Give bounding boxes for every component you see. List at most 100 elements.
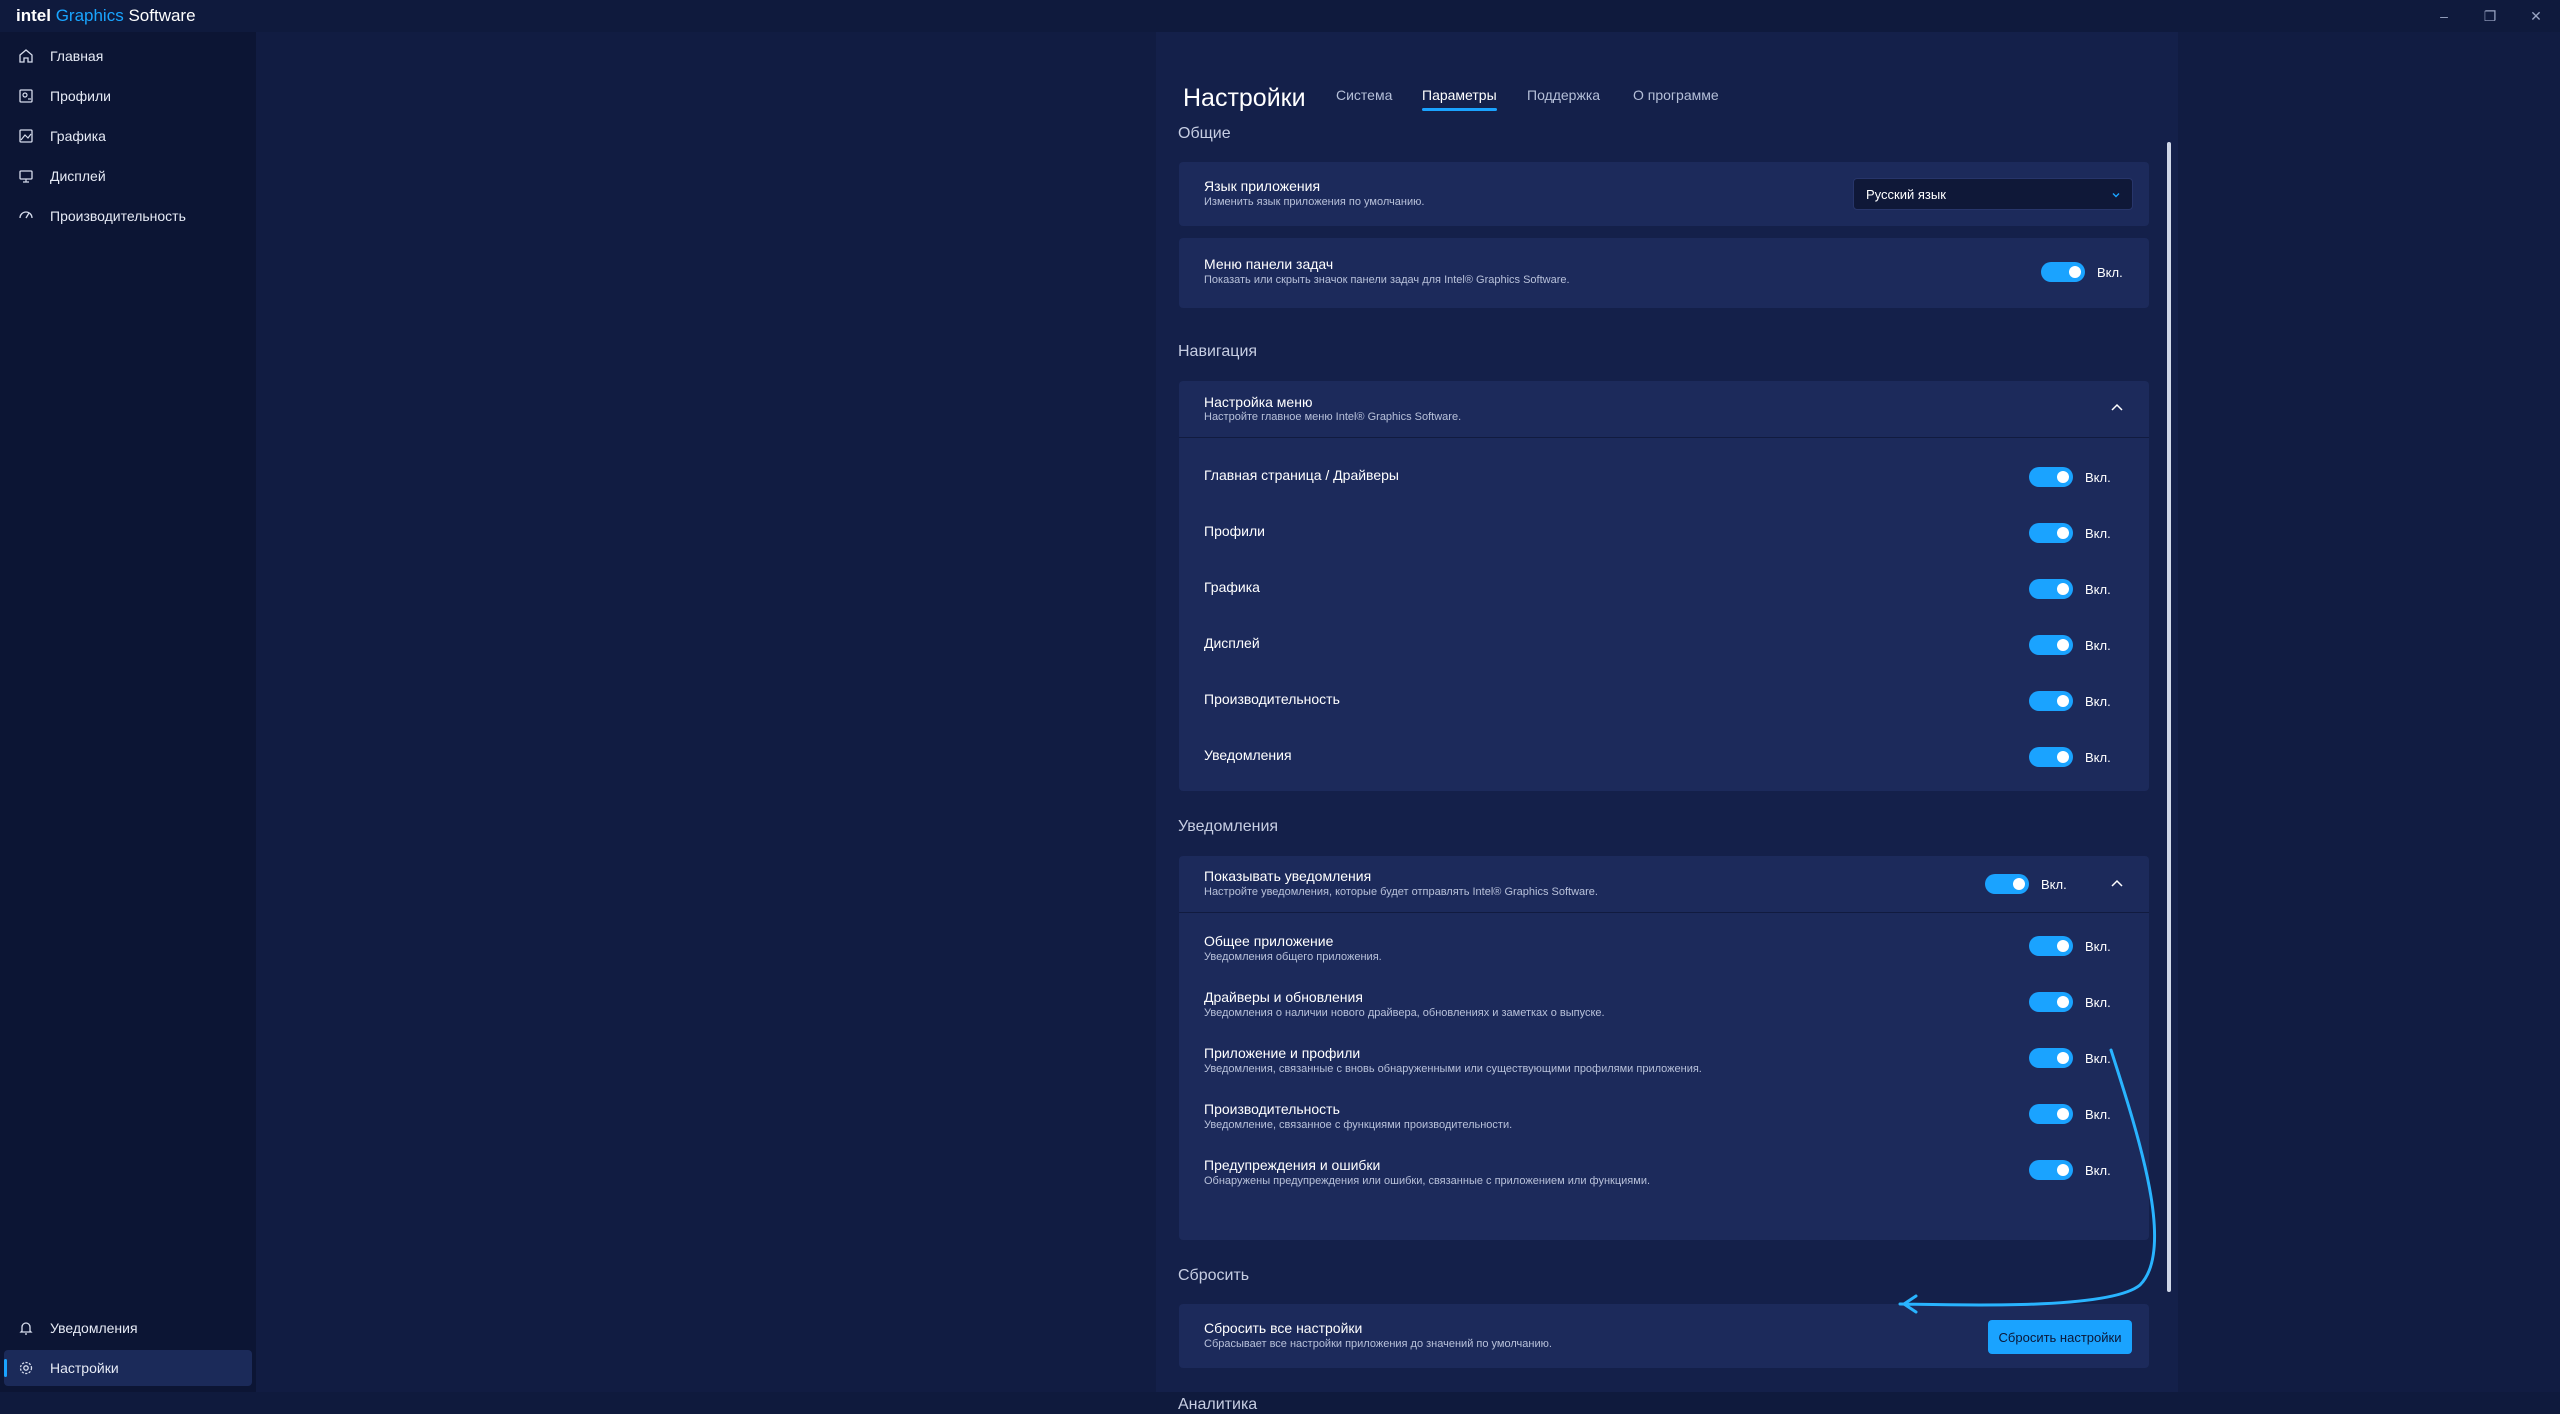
sidebar-item-graphics[interactable]: Графика <box>4 118 252 154</box>
notification-item-subtitle: Обнаружены предупреждения или ошибки, св… <box>1204 1175 1651 1187</box>
toggle-state-label: Вкл. <box>2085 1107 2111 1122</box>
notification-item-title: Общее приложение <box>1204 933 1334 949</box>
title-bar: intel Graphics Software – ❐ ✕ <box>0 0 2560 32</box>
tab-parameters[interactable]: Параметры <box>1422 87 1497 111</box>
notify-warnings-toggle[interactable] <box>2029 1160 2073 1180</box>
app-logo: intel Graphics Software <box>16 6 196 26</box>
notification-item-subtitle: Уведомления общего приложения. <box>1204 951 1382 963</box>
taskbar-menu-card: Меню панели задач Показать или скрыть зн… <box>1179 238 2149 308</box>
chevron-down-icon <box>2110 188 2122 206</box>
toggle-state-label: Вкл. <box>2085 939 2111 954</box>
graphics-icon <box>16 126 36 146</box>
reset-title: Сбросить все настройки <box>1204 1320 1363 1336</box>
chevron-up-icon[interactable] <box>2109 400 2125 416</box>
notification-item-subtitle: Уведомления, связанные с вновь обнаружен… <box>1204 1063 1702 1075</box>
sidebar: Главная Профили Графика Дисплей Производ… <box>0 32 256 1392</box>
tab-about[interactable]: О программе <box>1633 87 1719 103</box>
toggle-state-label: Вкл. <box>2085 638 2111 653</box>
sidebar-item-label: Главная <box>50 48 104 64</box>
bell-icon <box>16 1318 36 1338</box>
sidebar-item-label: Уведомления <box>50 1320 138 1336</box>
toggle-state-label: Вкл. <box>2085 582 2111 597</box>
reset-settings-button[interactable]: Сбросить настройки <box>1988 1320 2132 1354</box>
language-dropdown-value: Русский язык <box>1866 187 1946 202</box>
nav-item-label: Профили <box>1204 523 1265 539</box>
nav-notifications-toggle[interactable] <box>2029 747 2073 767</box>
notification-item-title: Предупреждения и ошибки <box>1204 1157 1381 1173</box>
language-dropdown[interactable]: Русский язык <box>1853 178 2133 210</box>
sidebar-item-profiles[interactable]: Профили <box>4 78 252 114</box>
taskbar-menu-title: Меню панели задач <box>1204 256 1334 272</box>
nav-item-label: Графика <box>1204 579 1260 595</box>
notify-general-toggle[interactable] <box>2029 936 2073 956</box>
language-subtitle: Изменить язык приложения по умолчанию. <box>1204 196 1425 208</box>
notification-item-title: Приложение и профили <box>1204 1045 1361 1061</box>
show-notifications-title: Показывать уведомления <box>1204 868 1372 884</box>
toggle-state-label: Вкл. <box>2085 1163 2111 1178</box>
nav-item-label: Главная страница / Драйверы <box>1204 467 1399 483</box>
nav-graphics-toggle[interactable] <box>2029 579 2073 599</box>
toggle-state-label: Вкл. <box>2085 694 2111 709</box>
sidebar-item-performance[interactable]: Производительность <box>4 198 252 234</box>
brand-intel: intel <box>16 6 51 25</box>
tab-system[interactable]: Система <box>1336 87 1392 103</box>
nav-item-label: Уведомления <box>1204 747 1292 763</box>
nav-home-toggle[interactable] <box>2029 467 2073 487</box>
notification-item-title: Производительность <box>1204 1101 1340 1117</box>
brand-software: Software <box>128 6 196 25</box>
performance-icon <box>16 206 36 226</box>
notifications-card: Показывать уведомления Настройте уведомл… <box>1179 856 2149 1240</box>
divider <box>1179 912 2149 913</box>
notification-item-title: Драйверы и обновления <box>1204 989 1363 1005</box>
toggle-state-label: Вкл. <box>2085 1051 2111 1066</box>
taskbar-menu-toggle[interactable] <box>2041 262 2085 282</box>
nav-item-label: Дисплей <box>1204 635 1260 651</box>
brand-graphics: Graphics <box>55 6 124 25</box>
taskbar-menu-subtitle: Показать или скрыть значок панели задач … <box>1204 274 1570 286</box>
home-icon <box>16 46 36 66</box>
reset-card: Сбросить все настройки Сбрасывает все на… <box>1179 1304 2149 1368</box>
sidebar-item-settings[interactable]: Настройки <box>4 1350 252 1386</box>
sidebar-item-display[interactable]: Дисплей <box>4 158 252 194</box>
menu-settings-card: Настройка меню Настройте главное меню In… <box>1179 381 2149 791</box>
notify-profiles-toggle[interactable] <box>2029 1048 2073 1068</box>
toggle-state-label: Вкл. <box>2085 750 2111 765</box>
section-title-notifications: Уведомления <box>1178 818 1279 835</box>
scrollbar[interactable] <box>2167 142 2171 1292</box>
toggle-state-label: Вкл. <box>2085 995 2111 1010</box>
sidebar-item-label: Дисплей <box>50 168 106 184</box>
profiles-icon <box>16 86 36 106</box>
nav-profiles-toggle[interactable] <box>2029 523 2073 543</box>
sidebar-item-label: Графика <box>50 128 106 144</box>
toggle-state-label: Вкл. <box>2097 265 2123 280</box>
sidebar-item-notifications[interactable]: Уведомления <box>4 1310 252 1346</box>
gear-icon <box>16 1358 36 1378</box>
section-title-general: Общие <box>1178 125 1231 142</box>
display-icon <box>16 166 36 186</box>
section-title-navigation: Навигация <box>1178 343 1258 360</box>
section-title-analytics: Аналитика <box>1178 1396 1258 1413</box>
nav-performance-toggle[interactable] <box>2029 691 2073 711</box>
sidebar-item-label: Настройки <box>50 1360 119 1376</box>
main-area: Настройки Система Параметры Поддержка О … <box>256 32 2560 1413</box>
toggle-state-label: Вкл. <box>2085 470 2111 485</box>
reset-subtitle: Сбрасывает все настройки приложения до з… <box>1204 1338 1552 1350</box>
sidebar-item-home[interactable]: Главная <box>4 38 252 74</box>
nav-display-toggle[interactable] <box>2029 635 2073 655</box>
nav-item-label: Производительность <box>1204 691 1340 707</box>
close-button[interactable]: ✕ <box>2516 4 2556 28</box>
notify-performance-toggle[interactable] <box>2029 1104 2073 1124</box>
minimize-button[interactable]: – <box>2424 4 2464 28</box>
notification-item-subtitle: Уведомления о наличии нового драйвера, о… <box>1204 1007 1605 1019</box>
show-notifications-toggle[interactable] <box>1985 874 2029 894</box>
page-title: Настройки <box>1183 84 1306 112</box>
notification-item-subtitle: Уведомление, связанное с функциями произ… <box>1204 1119 1513 1131</box>
notify-drivers-toggle[interactable] <box>2029 992 2073 1012</box>
chevron-up-icon[interactable] <box>2109 876 2125 892</box>
sidebar-item-label: Профили <box>50 88 111 104</box>
tab-support[interactable]: Поддержка <box>1527 87 1600 103</box>
show-notifications-subtitle: Настройте уведомления, которые будет отп… <box>1204 886 1598 898</box>
toggle-state-label: Вкл. <box>2041 877 2067 892</box>
restore-button[interactable]: ❐ <box>2470 4 2510 28</box>
language-title: Язык приложения <box>1204 178 1321 194</box>
